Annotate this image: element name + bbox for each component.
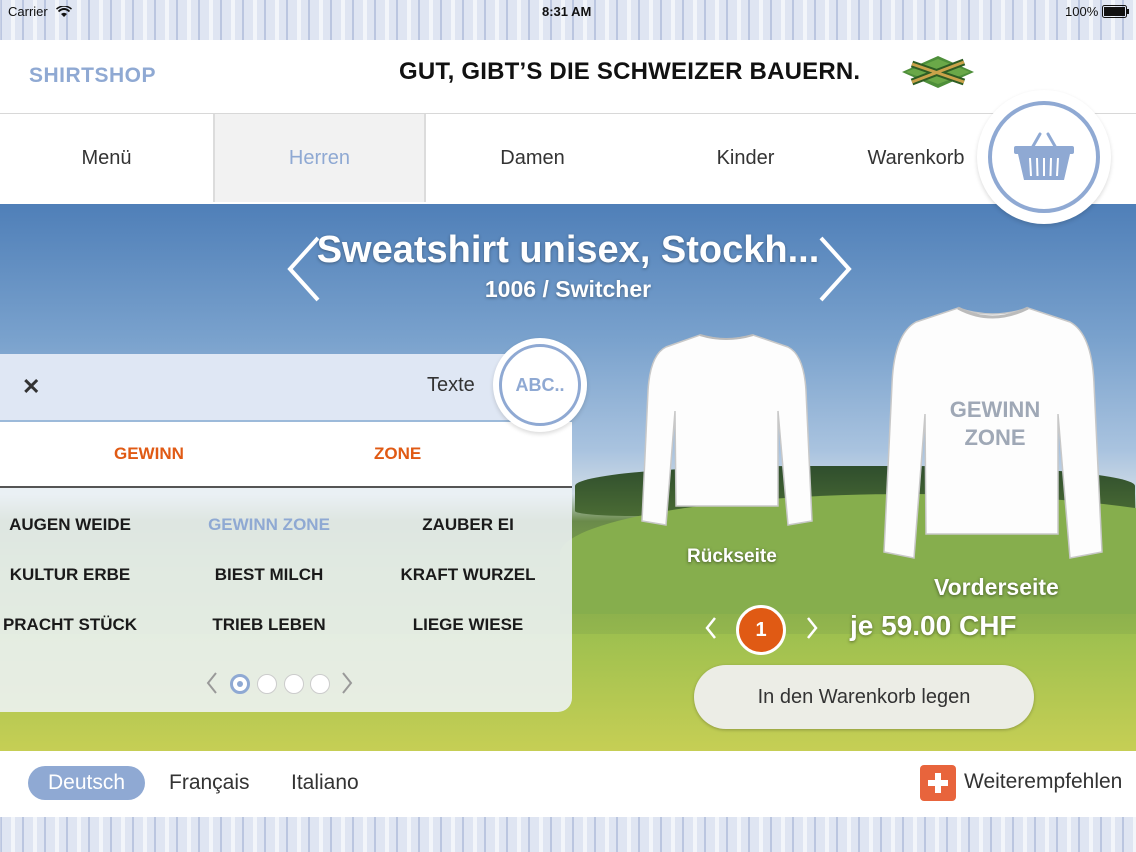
wifi-icon	[56, 5, 72, 23]
text-panel-title: Texte	[427, 374, 475, 396]
status-bar: Carrier 8:31 AM 100%	[0, 0, 1136, 40]
header: SHIRTSHOP GUT, GIBT’S DIE SCHWEIZER BAUE…	[0, 40, 1136, 114]
quantity-badge: 1	[736, 605, 786, 655]
language-italiano[interactable]: Italiano	[271, 766, 379, 800]
shop-logo[interactable]: SHIRTSHOP	[29, 64, 156, 88]
options-next-chevron-icon[interactable]	[340, 670, 354, 696]
shirt-front-print: GEWINN ZONE	[930, 396, 1060, 452]
nav-item-menu[interactable]: Menü	[0, 114, 213, 202]
shirt-front-label: Vorderseite	[934, 574, 1059, 600]
basket-button[interactable]	[977, 90, 1111, 224]
text-option[interactable]: PRACHT STÜCK	[0, 615, 170, 635]
shirt-print-line-1: GEWINN	[949, 397, 1041, 422]
nav-item-warenkorb[interactable]: Warenkorb	[852, 114, 980, 202]
recommend-link[interactable]: Weiterempfehlen	[964, 770, 1122, 794]
shirt-back-image[interactable]	[638, 331, 815, 531]
page-dot-1[interactable]	[230, 674, 250, 694]
selected-words-row: GEWINN ZONE	[0, 422, 572, 488]
page-dot-2[interactable]	[257, 674, 277, 694]
product-subtitle: 1006 / Switcher	[484, 276, 652, 302]
product-title: Sweatshirt unisex, Stockh...	[316, 229, 820, 271]
selected-word-2[interactable]: ZONE	[374, 444, 421, 464]
clock: 8:31 AM	[542, 4, 592, 19]
product-stage: Sweatshirt unisex, Stockh... 1006 / Swit…	[0, 204, 1136, 751]
text-option[interactable]: AUGEN WEIDE	[0, 515, 170, 535]
nav-item-kinder[interactable]: Kinder	[639, 114, 852, 202]
battery-icon	[1102, 5, 1130, 23]
text-panel: ✕ Texte ABC.. GEWINN ZONE AUGEN WEIDE GE…	[0, 338, 587, 712]
basket-icon	[1014, 132, 1074, 180]
sponsor-logo-icon	[898, 50, 978, 90]
language-francais[interactable]: Français	[149, 766, 270, 800]
price-label: je 59.00 CHF	[850, 610, 1017, 641]
page-dot-3[interactable]	[284, 674, 304, 694]
selected-word-1[interactable]: GEWINN	[114, 444, 184, 464]
basket-button-ring	[988, 101, 1100, 213]
nav-item-herren[interactable]: Herren	[213, 114, 426, 202]
text-option[interactable]: BIEST MILCH	[169, 565, 369, 585]
text-option-selected[interactable]: GEWINN ZONE	[169, 515, 369, 535]
language-deutsch[interactable]: Deutsch	[28, 766, 146, 800]
shirt-back-label: Rückseite	[687, 546, 777, 567]
options-prev-chevron-icon[interactable]	[205, 670, 219, 696]
quantity-increase-chevron-icon[interactable]	[805, 615, 819, 641]
decorative-pattern-strip	[0, 817, 1136, 852]
text-panel-header: ✕ Texte	[0, 354, 572, 420]
custom-text-button[interactable]: ABC..	[493, 338, 587, 432]
footer: Deutsch Français Italiano Weiterempfehle…	[0, 751, 1136, 817]
main-nav: Menü Herren Damen Kinder Warenkorb	[0, 114, 1136, 204]
text-option[interactable]: KRAFT WURZEL	[368, 565, 568, 585]
page-dot-4[interactable]	[310, 674, 330, 694]
nav-item-damen[interactable]: Damen	[426, 114, 639, 202]
sponsor-banner-text: GUT, GIBT’S DIE SCHWEIZER BAUERN.	[399, 58, 861, 85]
quantity-decrease-chevron-icon[interactable]	[704, 615, 718, 641]
close-icon[interactable]: ✕	[22, 374, 40, 400]
text-option[interactable]: KULTUR ERBE	[0, 565, 170, 585]
shirt-print-line-2: ZONE	[964, 425, 1026, 450]
add-to-cart-button[interactable]: In den Warenkorb legen	[694, 665, 1034, 729]
text-option[interactable]: ZAUBER EI	[368, 515, 568, 535]
battery-percent: 100%	[1065, 4, 1099, 19]
plus-icon[interactable]	[920, 765, 956, 801]
next-product-chevron-icon[interactable]	[815, 234, 855, 304]
text-option[interactable]: TRIEB LEBEN	[169, 615, 369, 635]
text-option[interactable]: LIEGE WIESE	[368, 615, 568, 635]
carrier-label: Carrier	[8, 4, 48, 19]
custom-text-button-label: ABC..	[499, 344, 581, 426]
